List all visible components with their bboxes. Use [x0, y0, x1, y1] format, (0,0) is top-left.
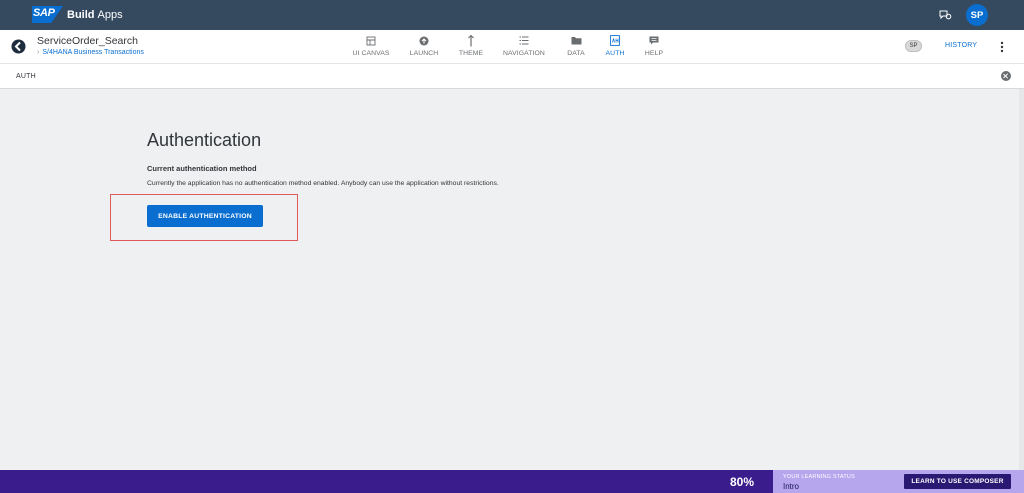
learning-footer: 80% YOUR LEARNING STATUS Intro LEARN TO … [0, 470, 1024, 493]
tab-launch[interactable]: LAUNCH [406, 34, 442, 62]
learning-percent: 80% [730, 475, 755, 489]
sap-logo-text: SAP [33, 7, 55, 19]
shell-title: Build Apps [67, 9, 123, 21]
scrollbar[interactable] [1019, 89, 1024, 470]
feedback-icon[interactable] [938, 8, 952, 22]
app-subtitle: S/4HANA Business Transactions [42, 49, 144, 56]
canvas-icon [366, 36, 376, 45]
learning-status-panel: YOUR LEARNING STATUS Intro LEARN TO USE … [773, 470, 1024, 493]
tab-label: DATA [567, 50, 585, 57]
auth-description: Currently the application has no authent… [147, 180, 499, 187]
history-link[interactable]: HISTORY [945, 42, 977, 49]
sap-logo: SAP [32, 6, 63, 23]
tab-label: AUTH [605, 50, 625, 57]
learning-status-title: YOUR LEARNING STATUS [783, 474, 855, 480]
app-header: ServiceOrder_Search › S/4HANA Business Tr… [0, 30, 1024, 64]
tab-ui-canvas[interactable]: UI CANVAS [351, 34, 391, 62]
close-icon[interactable] [1001, 71, 1011, 81]
shell-bar: SAP Build Apps SP [0, 0, 1024, 30]
user-avatar[interactable]: SP [966, 4, 988, 26]
tab-auth[interactable]: AUTH [603, 34, 627, 62]
navigation-icon [519, 36, 529, 45]
data-icon [571, 37, 581, 45]
page-title: Authentication [147, 130, 262, 150]
shell-title-rest: Apps [97, 9, 123, 21]
breadcrumb: AUTH [16, 73, 36, 80]
app-back-icon[interactable] [11, 39, 26, 54]
tab-help[interactable]: HELP [642, 34, 666, 62]
learning-status-value: Intro [783, 482, 800, 491]
user-chip[interactable]: SP [905, 40, 922, 52]
app-subtitle-link[interactable]: › S/4HANA Business Transactions [37, 49, 144, 56]
tab-navigation[interactable]: NAVIGATION [500, 34, 548, 62]
tab-label: NAVIGATION [503, 50, 545, 57]
tab-theme[interactable]: THEME [455, 34, 487, 62]
more-options-icon[interactable] [1000, 41, 1004, 53]
tab-label: THEME [458, 50, 484, 57]
theme-icon [468, 34, 474, 46]
launch-icon [419, 36, 429, 45]
tab-label: UI CANVAS [352, 50, 390, 57]
app-name: ServiceOrder_Search [37, 35, 138, 47]
enable-authentication-button[interactable]: ENABLE AUTHENTICATION [147, 205, 263, 227]
learn-composer-button[interactable]: LEARN TO USE COMPOSER [904, 474, 1011, 489]
shell-title-bold: Build [67, 9, 95, 21]
help-icon [649, 36, 659, 45]
section-title: Current authentication method [147, 164, 257, 173]
tab-data[interactable]: DATA [564, 34, 588, 62]
auth-icon [610, 35, 620, 46]
breadcrumb-bar: AUTH [0, 64, 1024, 89]
chevron-right-icon: › [37, 49, 40, 56]
tab-label: HELP [644, 50, 664, 57]
tab-label: LAUNCH [409, 50, 439, 57]
